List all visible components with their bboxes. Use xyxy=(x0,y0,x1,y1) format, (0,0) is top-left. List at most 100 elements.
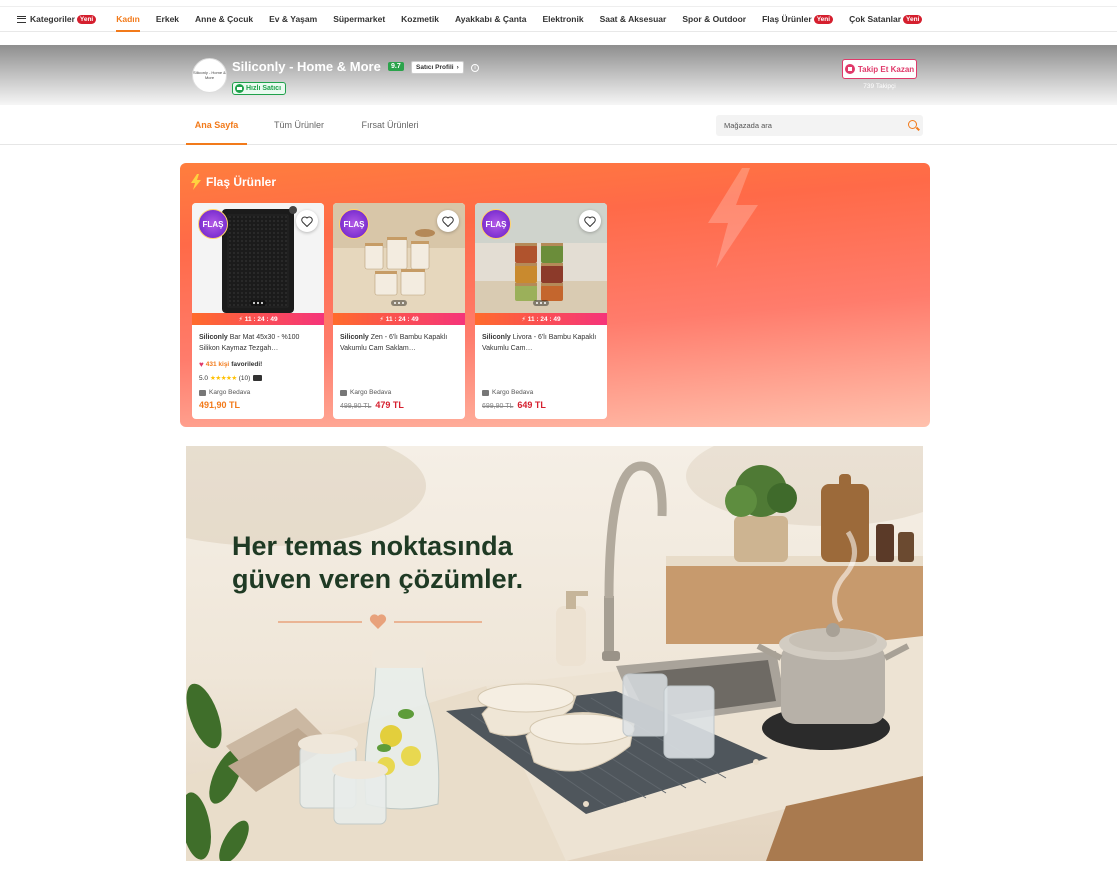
new-badge: Yeni xyxy=(813,14,834,24)
favorite-button[interactable] xyxy=(296,210,318,232)
nav-label: Süpermarket xyxy=(333,14,386,24)
product-brand: Siliconly xyxy=(482,334,511,341)
review-count: (10) xyxy=(238,374,251,382)
tab-tum-urunler[interactable]: Tüm Ürünler xyxy=(265,105,333,145)
product-price: 699,90 TL 649 TL xyxy=(482,400,546,410)
new-badge: Yeni xyxy=(76,14,97,24)
countdown-timer: ⚡ 11 : 24 : 49 xyxy=(333,313,465,325)
product-brand: Siliconly xyxy=(340,334,369,341)
countdown-timer: ⚡ 11 : 24 : 49 xyxy=(475,313,607,325)
favorite-button[interactable] xyxy=(437,210,459,232)
nav-item-cok-satanlar[interactable]: Çok Satanlar Yeni xyxy=(849,6,923,32)
product-price: 499,90 TL 479 TL xyxy=(340,400,404,410)
nav-item-kozmetik[interactable]: Kozmetik xyxy=(401,6,439,32)
favorites-label: favoriledi! xyxy=(231,361,263,368)
current-price: 479 TL xyxy=(375,400,404,410)
seller-score-badge: 9.7 xyxy=(388,62,404,71)
truck-icon xyxy=(235,84,244,93)
menu-icon xyxy=(17,15,26,23)
timer-value: 11 : 24 : 49 xyxy=(244,315,278,323)
seller-profile-button[interactable]: Satıcı Profili › xyxy=(411,61,464,74)
nav-item-ayakkabi-canta[interactable]: Ayakkabı & Çanta xyxy=(455,6,527,32)
categories-label: Kategoriler xyxy=(30,14,75,24)
nav-label: Saat & Aksesuar xyxy=(599,14,667,24)
nav-label: Ev & Yaşam xyxy=(269,14,318,24)
search-icon[interactable] xyxy=(903,115,923,136)
fast-seller-label: Hızlı Satıcı xyxy=(246,85,282,92)
lightning-icon xyxy=(191,174,201,190)
nav-label: Kadın xyxy=(116,14,140,24)
free-shipping: Kargo Bedava xyxy=(340,389,391,396)
store-banner[interactable]: Her temas noktasında güven veren çözümle… xyxy=(186,446,923,861)
truck-icon xyxy=(340,389,347,396)
info-icon[interactable]: i xyxy=(471,64,479,72)
flash-badge: FLAŞ xyxy=(481,209,511,239)
product-title[interactable]: Siliconly Livora - 6'lı Bambu Kapaklı Va… xyxy=(482,332,602,354)
old-price: 699,90 TL xyxy=(482,403,514,410)
nav-item-erkek[interactable]: Erkek xyxy=(156,6,179,32)
nav-item-flas-urunler[interactable]: Flaş Ürünler Yeni xyxy=(762,6,834,32)
nav-label: Elektronik xyxy=(542,14,584,24)
video-icon xyxy=(253,375,263,381)
image-pagination[interactable] xyxy=(250,300,266,306)
nav-label: Ayakkabı & Çanta xyxy=(454,14,527,24)
truck-icon xyxy=(199,389,206,396)
flash-badge: FLAŞ xyxy=(198,209,228,239)
banner-headline: Her temas noktasında güven veren çözümle… xyxy=(232,531,524,594)
free-shipping: Kargo Bedava xyxy=(482,389,533,396)
nav-label: Kozmetik xyxy=(401,14,439,24)
nav-item-kadin[interactable]: Kadın xyxy=(116,6,140,32)
cargo-label: Kargo Bedava xyxy=(209,389,251,396)
category-navbar: Kategoriler Yeni Kadın Erkek Anne & Çocu… xyxy=(0,6,1117,32)
image-pagination[interactable] xyxy=(533,300,549,306)
nav-item-ev-yasam[interactable]: Ev & Yaşam xyxy=(269,6,317,32)
seller-name: Siliconly - Home & More xyxy=(232,59,381,74)
nav-item-saat-aksesuar[interactable]: Saat & Aksesuar xyxy=(600,6,667,32)
nav-item-supermarket[interactable]: Süpermarket xyxy=(333,6,385,32)
product-title[interactable]: Siliconly Zen - 6'lı Bambu Kapaklı Vakum… xyxy=(340,332,460,354)
rating-value: 5.0 xyxy=(199,374,209,382)
seller-logo[interactable]: Siliconly - Home & More xyxy=(192,58,227,93)
product-rating: 5.0 ★★★★★ (10) xyxy=(199,374,263,382)
fast-seller-badge: Hızlı Satıcı xyxy=(232,82,287,95)
flash-products-section: Flaş Ürünler FLAŞ ⚡ 11 : 24 : 49 Silicon… xyxy=(180,163,930,427)
nav-item-elektronik[interactable]: Elektronik xyxy=(542,6,583,32)
categories-menu[interactable]: Kategoriler Yeni xyxy=(17,14,97,24)
product-card[interactable]: FLAŞ ⚡ 11 : 24 : 49 Siliconly Zen - 6'lı… xyxy=(333,203,465,419)
nav-label: Anne & Çocuk xyxy=(195,14,254,24)
nav-item-spor-outdoor[interactable]: Spor & Outdoor xyxy=(682,6,746,32)
store-search-input[interactable] xyxy=(724,121,903,130)
product-card[interactable]: FLAŞ ⚡ 11 : 24 : 49 Siliconly Bar Mat 45… xyxy=(192,203,324,419)
favorite-button[interactable] xyxy=(579,210,601,232)
follow-button[interactable]: Takip Et Kazan xyxy=(842,59,917,79)
follower-count: 739 Takipçi xyxy=(863,83,896,90)
product-title[interactable]: Siliconly Bar Mat 45x30 - %100 Silikon K… xyxy=(199,332,319,354)
nav-item-anne-cocuk[interactable]: Anne & Çocuk xyxy=(195,6,253,32)
image-pagination[interactable] xyxy=(391,300,407,306)
seller-profile-label: Satıcı Profili xyxy=(416,64,454,71)
tab-ana-sayfa[interactable]: Ana Sayfa xyxy=(186,105,247,145)
store-tabs: Ana Sayfa Tüm Ürünler Fırsat Ürünleri xyxy=(0,105,1117,145)
cargo-label: Kargo Bedava xyxy=(492,389,534,396)
old-price: 499,90 TL xyxy=(340,403,372,410)
timer-value: 11 : 24 : 49 xyxy=(527,315,561,323)
seller-header: Siliconly - Home & More Siliconly - Home… xyxy=(0,45,1117,105)
flash-title-label: Flaş Ürünler xyxy=(206,175,277,189)
new-badge: Yeni xyxy=(903,14,923,24)
product-price: 491,90 TL xyxy=(199,400,241,410)
follow-label: Takip Et Kazan xyxy=(857,64,915,74)
store-search xyxy=(716,115,923,136)
tab-firsat-urunleri[interactable]: Fırsat Ürünleri xyxy=(353,105,427,145)
flash-badge: FLAŞ xyxy=(339,209,369,239)
chevron-right-icon: › xyxy=(456,64,459,71)
nav-label: Çok Satanlar xyxy=(849,14,902,24)
product-brand: Siliconly xyxy=(199,334,228,341)
star-icons: ★★★★★ xyxy=(210,375,237,382)
countdown-timer: ⚡ 11 : 24 : 49 xyxy=(192,313,324,325)
timer-value: 11 : 24 : 49 xyxy=(385,315,419,323)
heart-icon xyxy=(442,216,454,227)
truck-icon xyxy=(482,389,489,396)
lightning-decoration-icon xyxy=(708,168,758,268)
heart-filled-icon: ♥ xyxy=(199,360,204,369)
product-card[interactable]: FLAŞ ⚡ 11 : 24 : 49 Siliconly Livora - 6… xyxy=(475,203,607,419)
